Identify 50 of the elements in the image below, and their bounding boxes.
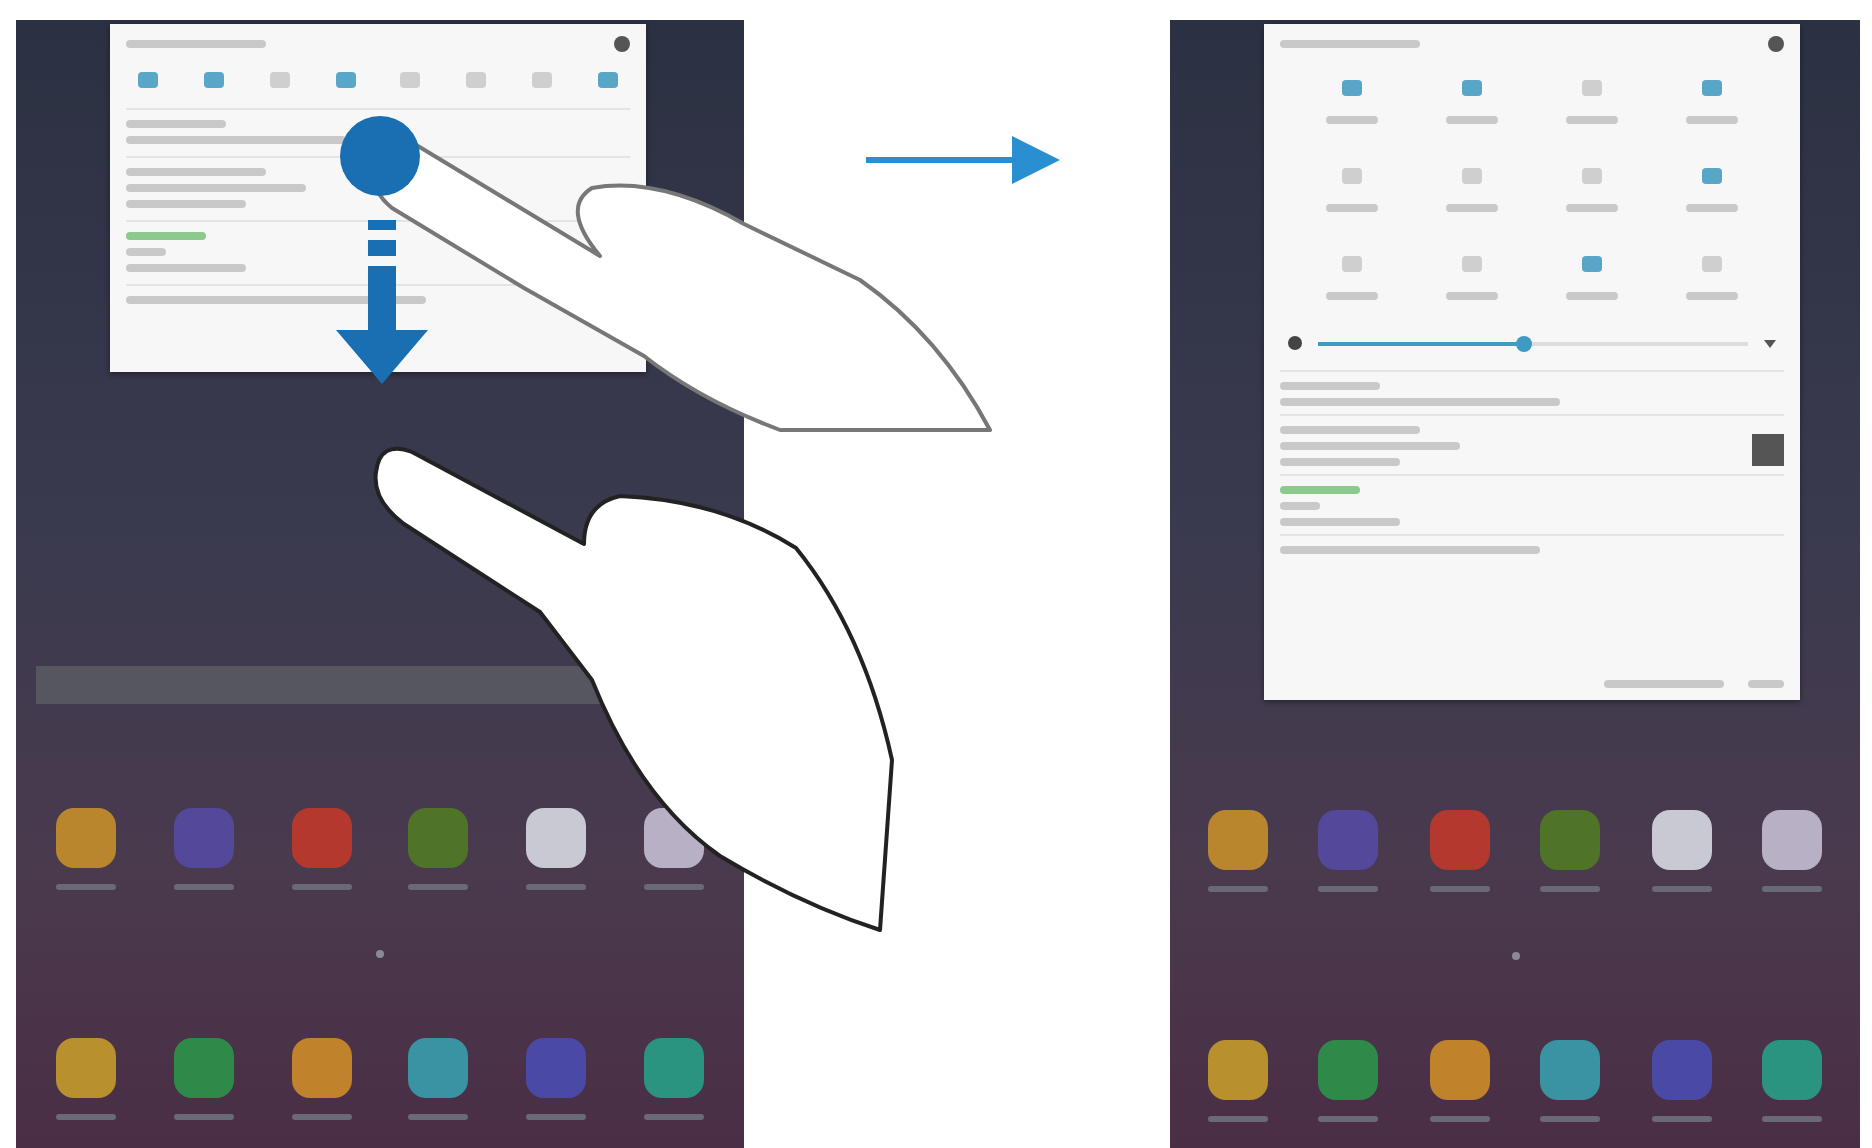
toggle-label-line (1686, 204, 1738, 212)
app-label-line (291, 884, 352, 890)
app-label-line (1762, 1116, 1823, 1122)
app-label-line (1318, 1116, 1379, 1122)
app-label-line (1762, 886, 1823, 892)
clear-button[interactable] (1748, 680, 1784, 688)
caret-icon[interactable] (1764, 339, 1776, 347)
app-label-line (643, 884, 704, 890)
app-label-line (1540, 886, 1601, 892)
app-icon[interactable] (525, 808, 586, 868)
toggle-label-line (1326, 116, 1378, 124)
block-notifications-button[interactable] (1604, 680, 1724, 688)
toggle-label-line (1686, 292, 1738, 300)
app-label-line (1318, 886, 1379, 892)
app-label-line (56, 884, 117, 890)
toggle-label-line (1446, 116, 1498, 124)
app-label-line (525, 884, 586, 890)
app-icon[interactable] (1651, 810, 1712, 870)
touch-point-marker (340, 116, 420, 196)
app-label-line (525, 1114, 586, 1120)
app-label-line (173, 1114, 234, 1120)
page-indicator-dot (376, 950, 384, 958)
page-indicator-dot (1511, 952, 1519, 960)
app-label-line (1651, 1116, 1712, 1122)
app-label-line (1540, 1116, 1601, 1122)
toggle-label-line (1446, 204, 1498, 212)
app-label-line (1651, 886, 1712, 892)
app-label-line (643, 1114, 704, 1120)
app-label-line (173, 884, 234, 890)
settings-icon[interactable] (1768, 36, 1784, 52)
app-label-line (1207, 1116, 1268, 1122)
app-label-line (1429, 886, 1490, 892)
app-label-line (56, 1114, 117, 1120)
app-label-line (408, 1114, 469, 1120)
app-label-line (1429, 1116, 1490, 1122)
toggle-label-line (1446, 292, 1498, 300)
toggle-label-line (1326, 292, 1378, 300)
app-label-line (408, 884, 469, 890)
toggle-label-line (1686, 116, 1738, 124)
brightness-icon (1288, 336, 1302, 350)
toggle-label-line (1566, 292, 1618, 300)
status-line (126, 40, 266, 48)
notification[interactable] (1280, 414, 1784, 466)
status-line (1280, 40, 1420, 48)
app-label-line (1207, 886, 1268, 892)
app-label-line (291, 1114, 352, 1120)
toggle-label-line (1566, 204, 1618, 212)
toggle-label-line (1326, 204, 1378, 212)
toggle-label-line (1566, 116, 1618, 124)
settings-icon[interactable] (614, 36, 630, 52)
